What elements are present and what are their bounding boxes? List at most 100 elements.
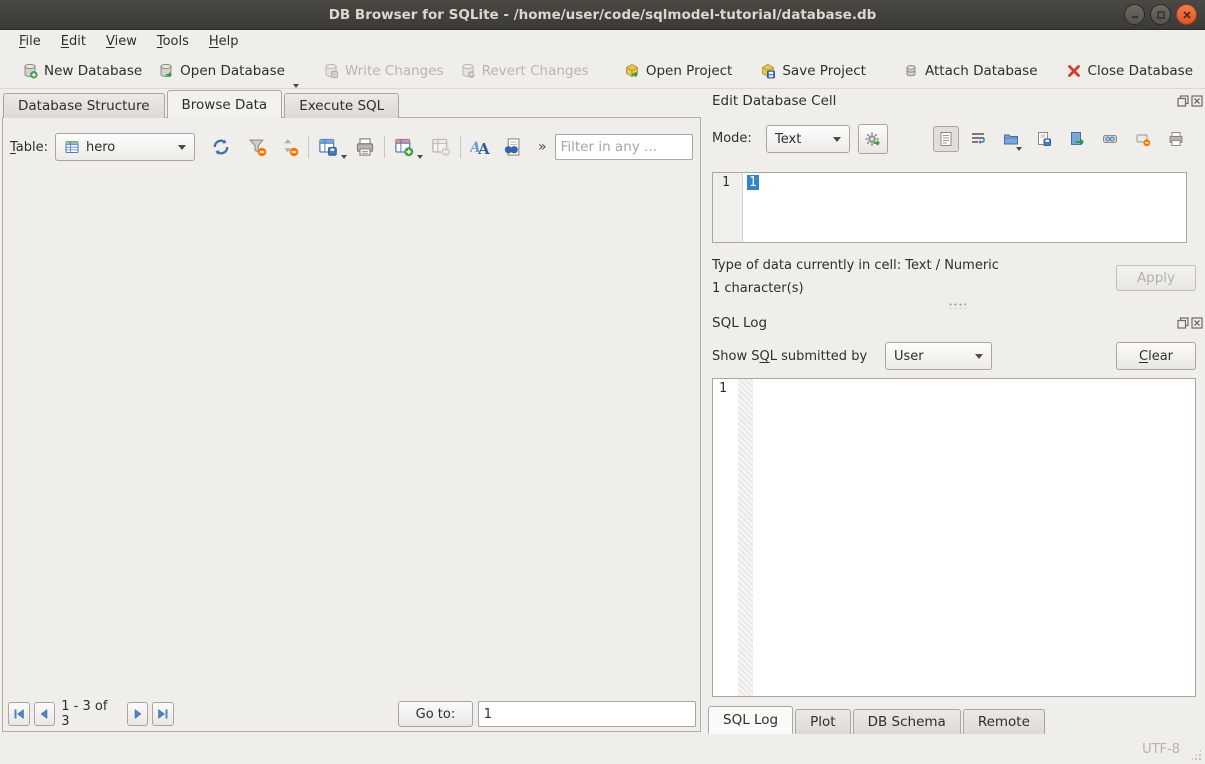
sql-source-select[interactable]: User — [885, 342, 992, 370]
save-table-dropdown-icon[interactable] — [341, 155, 347, 159]
set-null-button[interactable] — [1131, 127, 1155, 151]
export-cell-button[interactable] — [1065, 127, 1089, 151]
cell-editor-content[interactable]: 1 — [747, 175, 759, 190]
close-panel-icon[interactable] — [1190, 316, 1204, 330]
new-database-button[interactable]: New Database — [14, 59, 150, 83]
window-resize-grip[interactable] — [1190, 749, 1202, 761]
sql-log-editor[interactable]: 1 — [712, 378, 1196, 697]
link-icon — [1102, 131, 1118, 147]
find-in-table-button[interactable] — [500, 135, 524, 159]
first-record-icon — [13, 708, 25, 720]
refresh-button[interactable] — [209, 135, 233, 159]
save-as-icon — [1036, 131, 1052, 147]
dock-splitter-handle[interactable] — [948, 302, 966, 309]
float-panel-icon[interactable] — [1176, 94, 1190, 108]
menu-view[interactable]: View — [97, 32, 146, 51]
menu-help[interactable]: Help — [200, 32, 248, 51]
chevron-down-icon — [975, 354, 983, 359]
revert-changes-button: Revert Changes — [452, 59, 597, 83]
open-database-dropdown-icon[interactable] — [293, 84, 299, 88]
cell-type-text: Type of data currently in cell: Text / N… — [712, 258, 999, 273]
tab-execute-sql[interactable]: Execute SQL — [284, 93, 399, 118]
revert-changes-icon — [460, 63, 476, 79]
toolbar-separator — [384, 136, 385, 158]
refresh-icon — [211, 137, 231, 157]
tab-db-schema[interactable]: DB Schema — [853, 709, 961, 734]
toolbar-separator — [308, 136, 309, 158]
goto-input[interactable] — [478, 701, 696, 727]
mode-select[interactable]: Text — [766, 125, 850, 153]
previous-record-icon — [38, 708, 50, 720]
project-open-icon — [624, 63, 640, 79]
menu-edit[interactable]: Edit — [52, 32, 95, 51]
edit-cell-title: Edit Database Cell — [712, 93, 836, 109]
menubar: File Edit View Tools Help — [0, 30, 1205, 53]
project-save-icon — [760, 63, 776, 79]
close-icon[interactable] — [1176, 4, 1197, 25]
open-project-button[interactable]: Open Project — [616, 59, 741, 83]
cell-editor-line-number: 1 — [713, 173, 743, 242]
apply-format-button[interactable] — [858, 124, 888, 154]
close-panel-icon[interactable] — [1190, 94, 1204, 108]
tab-sql-log[interactable]: SQL Log — [708, 706, 793, 734]
tab-browse-data[interactable]: Browse Data — [167, 90, 283, 118]
next-record-icon — [132, 708, 144, 720]
bottom-tab-bar: SQL Log Plot DB Schema Remote — [708, 706, 1045, 734]
save-project-button[interactable]: Save Project — [752, 59, 874, 83]
minimize-icon[interactable] — [1124, 4, 1145, 25]
write-changes-button: Write Changes — [315, 59, 452, 83]
chevron-down-icon — [833, 137, 841, 142]
insert-record-dropdown-icon[interactable] — [417, 155, 423, 159]
main-tab-bar: Database Structure Browse Data Execute S… — [3, 90, 399, 118]
main-toolbar: New Database Open Database Write Changes… — [0, 53, 1205, 89]
database-open-icon — [158, 63, 174, 79]
copy-link-button[interactable] — [1098, 127, 1122, 151]
print-button[interactable] — [353, 135, 377, 159]
open-database-button[interactable]: Open Database — [150, 59, 293, 83]
last-record-icon — [157, 708, 169, 720]
set-null-icon — [1135, 131, 1151, 147]
maximize-icon[interactable] — [1150, 4, 1171, 25]
text-document-icon — [938, 131, 954, 147]
import-cell-button[interactable] — [999, 127, 1023, 151]
menu-tools[interactable]: Tools — [148, 32, 198, 51]
print-cell-button[interactable] — [1164, 127, 1188, 151]
delete-record-button — [429, 135, 453, 159]
global-filter-input[interactable] — [555, 134, 693, 160]
save-cell-button[interactable] — [1032, 127, 1056, 151]
cell-length-text: 1 character(s) — [712, 281, 804, 296]
tab-remote[interactable]: Remote — [963, 709, 1045, 734]
word-wrap-toggle[interactable] — [966, 127, 990, 151]
font-format-icon: AA — [470, 137, 490, 157]
word-wrap-icon — [970, 131, 986, 147]
printer-icon — [1168, 131, 1184, 147]
goto-button[interactable]: Go to: — [398, 701, 473, 727]
last-record-button[interactable] — [152, 702, 174, 726]
sql-log-content[interactable] — [753, 379, 1195, 696]
insert-record-button[interactable] — [392, 135, 416, 159]
attach-database-button[interactable]: Attach Database — [895, 59, 1046, 83]
menu-file[interactable]: File — [10, 32, 50, 51]
table-icon — [64, 139, 80, 155]
table-select[interactable]: hero — [55, 133, 195, 161]
cell-editor[interactable]: 1 1 — [712, 172, 1187, 243]
save-table-button[interactable] — [316, 135, 340, 159]
tab-plot[interactable]: Plot — [795, 709, 850, 734]
toolbar-overflow-chevron[interactable]: » — [538, 139, 547, 155]
clear-filters-button[interactable] — [245, 135, 269, 159]
mode-label: Mode: — [712, 131, 752, 146]
clear-sorting-button[interactable] — [277, 135, 301, 159]
edit-display-format-button[interactable]: AA — [468, 135, 492, 159]
text-mode-toggle[interactable] — [933, 126, 959, 152]
titlebar: DB Browser for SQLite - /home/user/code/… — [0, 0, 1205, 30]
tab-database-structure[interactable]: Database Structure — [3, 93, 165, 118]
close-database-button[interactable]: Close Database — [1058, 59, 1201, 83]
first-record-button[interactable] — [8, 702, 30, 726]
next-record-button[interactable] — [127, 702, 149, 726]
clear-log-button[interactable]: Clear — [1116, 342, 1196, 370]
previous-record-button[interactable] — [34, 702, 56, 726]
browse-controls: Table: hero AA » — [10, 132, 696, 162]
clear-filter-icon — [247, 137, 267, 157]
float-panel-icon[interactable] — [1176, 316, 1190, 330]
encoding-status: UTF-8 — [1142, 742, 1180, 757]
